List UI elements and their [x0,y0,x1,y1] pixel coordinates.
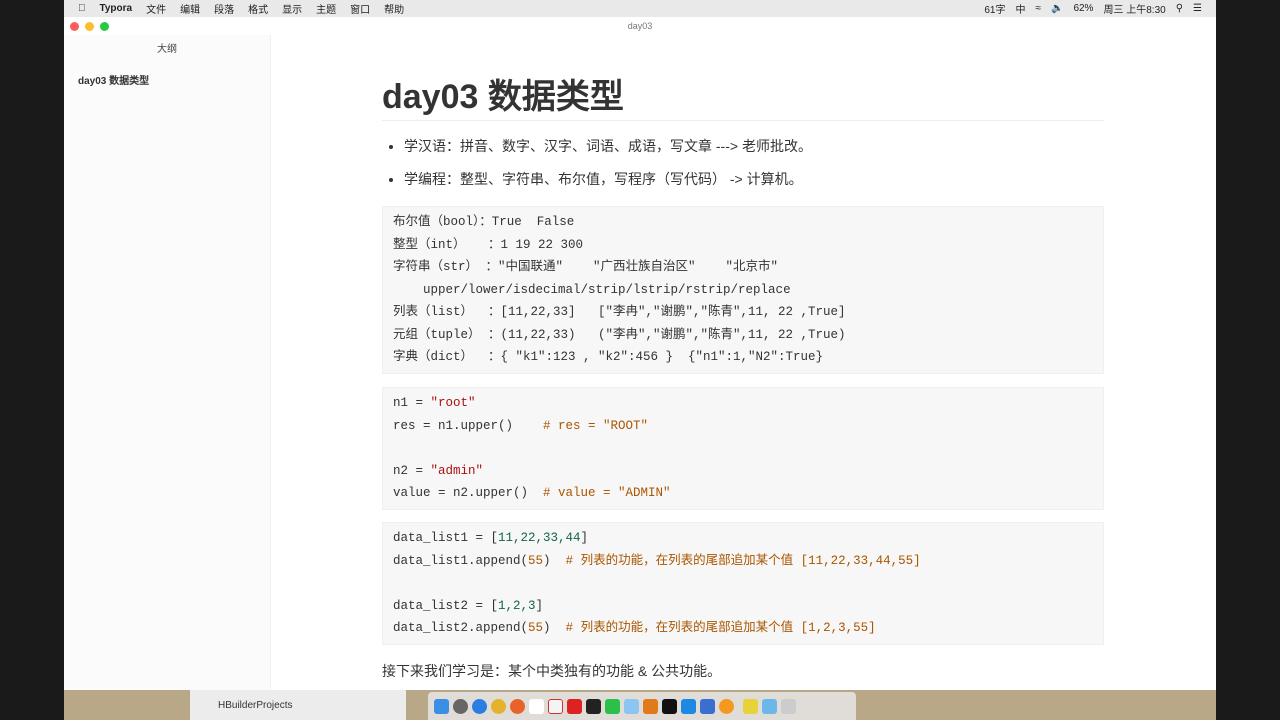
wifi-icon[interactable]: ≈ [1035,3,1041,14]
list-item: 学编程：整型、字符串、布尔值，写程序（写代码） -> 计算机。 [404,163,812,196]
code-line: 列表（list） ：[11,22,33] ["李冉","谢鹏","陈青",11,… [393,305,846,319]
word-count[interactable]: 61字 [984,1,1005,16]
code-line: data_list1 = [11,22,33,44] [393,531,589,545]
menu-app[interactable]: Typora [100,3,133,14]
apple-icon[interactable]:  [78,3,86,14]
screen-icon[interactable] [700,698,715,714]
folder-icon[interactable] [762,698,777,714]
code-line: 元组（tuple） ：(11,22,33) ("李冉","谢鹏","陈青",11… [393,327,846,342]
menu-help[interactable]: 帮助 [384,1,404,16]
bullet-list: 学汉语：拼音、数字、汉字、词语、成语，写文章 ---> 老师批改。 学编程：整型… [404,130,812,196]
dock [428,692,856,720]
battery-status[interactable]: 62% [1073,3,1093,14]
menu-paragraph[interactable]: 段落 [214,1,234,16]
menu-bar:  Typora 文件 编辑 段落 格式 显示 主题 窗口 帮助 61字 中 ≈… [64,0,1216,17]
outline-sidebar: 大纲 day03 数据类型 [64,35,271,690]
code-line: data_list2.append(55) # 列表的功能，在列表的尾部追加某个… [393,621,876,635]
wechat-icon[interactable] [605,698,620,714]
outline-item[interactable]: day03 数据类型 [78,72,270,87]
menu-format[interactable]: 格式 [248,1,268,16]
code-line: upper/lower/isdecimal/strip/lstrip/rstri… [393,282,791,297]
code-line: data_list1.append(55) # 列表的功能，在列表的尾部追加某个… [393,553,921,568]
code-line: 布尔值（bool）：True False [393,215,575,229]
minimize-button[interactable] [85,22,94,31]
code-line: 整型（int） ：1 19 22 300 [393,237,584,252]
code-line: value = n2.upper() # value = "ADMIN" [393,486,671,500]
typora-icon[interactable] [529,698,544,714]
search-icon[interactable]: ⚲ [1176,3,1183,14]
safari-icon[interactable] [472,698,487,714]
code-line: 字符串（str） ："中国联通" "广西壮族自治区" "北京市" [393,260,779,274]
menu-edit[interactable]: 编辑 [180,1,200,16]
finder-icon[interactable] [434,698,449,714]
menu-file[interactable]: 文件 [146,1,166,16]
preview-icon[interactable] [624,698,639,714]
dock-divider [738,698,739,714]
volume-icon[interactable]: 🔈 [1051,3,1063,14]
firefox-icon[interactable] [510,698,525,714]
editor[interactable]: day03 数据类型 学汉语：拼音、数字、汉字、词语、成语，写文章 ---> 老… [382,17,1104,690]
menu-theme[interactable]: 主题 [316,1,336,16]
close-button[interactable] [70,22,79,31]
terminal-icon[interactable] [662,698,677,714]
typora-window: day03 大纲 day03 数据类型 day03 数据类型 学汉语：拼音、数字… [64,17,1216,690]
menu-view[interactable]: 显示 [282,1,302,16]
calendar-icon[interactable] [548,698,563,714]
finder-item[interactable]: HBuilderProjects [218,700,292,711]
code-line: n1 = "root" [393,396,476,410]
code-block-upper[interactable]: n1 = "root" res = n1.upper() # res = "ROO… [382,387,1104,510]
code-line: n2 = "admin" [393,463,484,478]
menu-list-icon[interactable]: ☰ [1193,3,1202,14]
clock[interactable]: 周三 上午8:30 [1103,1,1165,16]
recorder-icon[interactable] [719,698,734,714]
code-line: data_list2 = [1,2,3] [393,598,544,613]
outline-header: 大纲 [157,44,177,55]
finder-window: HBuilderProjects [190,690,406,720]
code-block-append[interactable]: data_list1 = [11,22,33,44] data_list1.app… [382,522,1104,645]
input-method[interactable]: 中 [1015,1,1025,16]
chrome-icon[interactable] [491,698,506,714]
pycharm-icon[interactable] [586,698,601,714]
paragraph: 接下来我们学习是：某个中类独有的功能 & 公共功能。 [382,663,722,679]
code-line: res = n1.upper() # res = "ROOT" [393,418,649,433]
launchpad-icon[interactable] [453,698,468,714]
code-line: 字典（dict） ：{ "k1":123 , "k2":456 } {"n1":… [393,350,824,364]
app-icon[interactable] [681,698,696,714]
list-item: 学汉语：拼音、数字、汉字、词语、成语，写文章 ---> 老师批改。 [404,130,812,163]
sublime-icon[interactable] [643,698,658,714]
netease-music-icon[interactable] [567,698,582,714]
trash-icon[interactable] [781,698,796,714]
menu-window[interactable]: 窗口 [350,1,370,16]
code-block-types[interactable]: 布尔值（bool）：True False 整型（int） ：1 19 22 300… [382,206,1104,374]
document-icon[interactable] [743,698,758,714]
zoom-button[interactable] [100,22,109,31]
doc-title: day03 数据类型 [382,77,1104,121]
